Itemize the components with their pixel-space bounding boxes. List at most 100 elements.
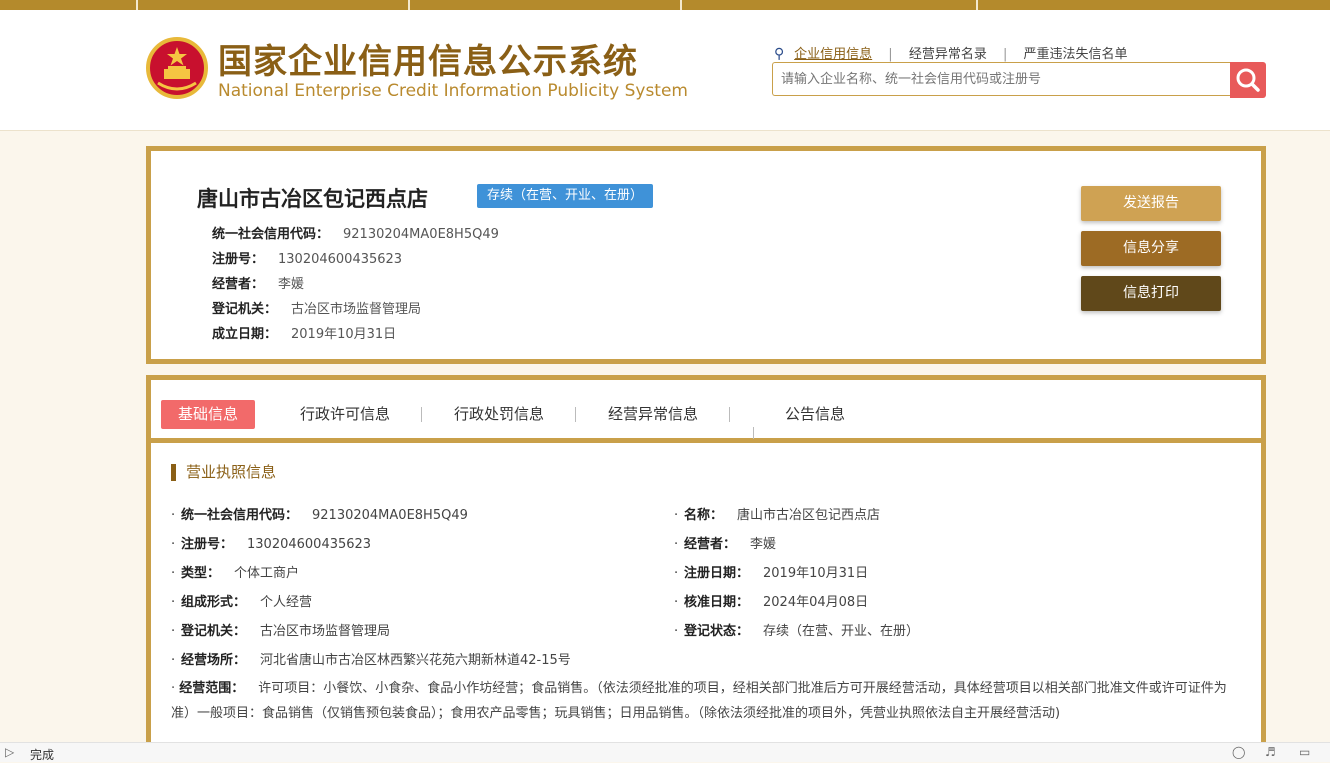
- license-row: · 经营者： 李媛: [674, 533, 776, 552]
- sidebar-toggle-icon[interactable]: ▷: [5, 745, 14, 759]
- license-row: · 核准日期： 2024年04月08日: [674, 591, 868, 610]
- shield-icon[interactable]: ◯: [1232, 745, 1245, 759]
- search-button[interactable]: [1230, 62, 1266, 98]
- field-label: 注册号：: [181, 537, 234, 552]
- nav-abnormal-list[interactable]: 经营异常名录: [909, 47, 987, 62]
- bullet: ·: [171, 595, 176, 610]
- field-label: 成立日期：: [212, 327, 278, 342]
- field-value: 河北省唐山市古冶区林西繁兴花苑六期新林道42-15号: [260, 653, 571, 668]
- field-value: 李媛: [750, 537, 777, 552]
- bullet: ·: [674, 595, 679, 610]
- field-label: 登记状态：: [684, 624, 750, 639]
- license-row: · 经营场所： 河北省唐山市古冶区林西繁兴花苑六期新林道42-15号: [171, 649, 571, 668]
- business-scope: · 经营范围： 许可项目：小餐饮、小食杂、食品小作坊经营；食品销售。（依法须经批准…: [171, 676, 1241, 726]
- bullet: ·: [171, 537, 176, 552]
- tab-basic-info[interactable]: 基础信息: [161, 400, 256, 429]
- field-value: 古冶区市场监督管理局: [291, 302, 422, 317]
- bullet: ·: [171, 566, 176, 581]
- license-row: · 登记状态： 存续（在营、开业、在册）: [674, 620, 919, 639]
- summary-operator: 经营者： 李媛: [212, 273, 304, 292]
- summary-founded: 成立日期： 2019年10月31日: [212, 323, 396, 342]
- field-value: 130204600435623: [278, 252, 403, 267]
- tab-separator: [729, 407, 730, 422]
- summary-reg-no: 注册号： 130204600435623: [212, 248, 402, 267]
- field-value: 92130204MA0E8H5Q49: [312, 508, 468, 523]
- field-value: 2019年10月31日: [763, 566, 869, 581]
- field-label: 经营范围：: [179, 681, 245, 696]
- field-value: 唐山市古冶区包记西点店: [737, 508, 881, 523]
- license-row: · 类型： 个体工商户: [171, 562, 299, 581]
- field-value: 130204600435623: [247, 537, 372, 552]
- search-input[interactable]: [772, 62, 1230, 96]
- bullet: ·: [171, 624, 176, 639]
- field-value: 古冶区市场监督管理局: [260, 624, 391, 639]
- site-header: 国家企业信用信息公示系统 National Enterprise Credit …: [0, 10, 1330, 131]
- field-label: 登记机关：: [212, 302, 278, 317]
- site-title-en: National Enterprise Credit Information P…: [218, 81, 688, 101]
- tab-separator: [753, 427, 754, 439]
- search-icon: ⚲: [774, 46, 785, 62]
- download-icon[interactable]: ▭: [1299, 745, 1310, 759]
- status-text: 完成: [30, 748, 55, 762]
- magnifier-icon: [1236, 68, 1260, 92]
- tab-admin-penalty[interactable]: 行政处罚信息: [454, 400, 544, 429]
- site-title-cn: 国家企业信用信息公示系统: [218, 42, 638, 82]
- company-summary-card: 唐山市古冶区包记西点店 存续（在营、开业、在册） 统一社会信用代码： 921302…: [146, 146, 1266, 364]
- bullet: ·: [674, 566, 679, 581]
- tab-separator: [421, 407, 422, 422]
- field-label: 注册号：: [212, 252, 265, 267]
- speaker-icon[interactable]: ♬: [1265, 745, 1276, 759]
- nav-separator: |: [888, 47, 893, 62]
- tab-separator: [575, 407, 576, 422]
- print-info-button[interactable]: 信息打印: [1081, 276, 1221, 311]
- tab-announcement[interactable]: 公告信息: [785, 400, 845, 429]
- browser-status-bar: ▷ 完成 ◯ ♬ ▭: [0, 742, 1330, 762]
- field-label: 注册日期：: [684, 566, 750, 581]
- tab-admin-license[interactable]: 行政许可信息: [300, 400, 390, 429]
- field-label: 名称：: [684, 508, 724, 523]
- status-badge: 存续（在营、开业、在册）: [477, 184, 654, 208]
- bullet: ·: [171, 508, 176, 523]
- field-label: 类型：: [181, 566, 221, 581]
- field-value: 存续（在营、开业、在册）: [763, 624, 920, 639]
- nav-blacklist[interactable]: 严重违法失信名单: [1024, 47, 1128, 62]
- bullet: ·: [171, 653, 176, 668]
- detail-card: 基础信息 行政许可信息 行政处罚信息 经营异常信息 公告信息 营业执照信息 · 统…: [146, 375, 1266, 755]
- share-info-button[interactable]: 信息分享: [1081, 231, 1221, 266]
- field-label: 组成形式：: [181, 595, 247, 610]
- top-nav: ⚲ 企业信用信息 | 经营异常名录 | 严重违法失信名单: [774, 43, 1128, 62]
- bullet: ·: [674, 537, 679, 552]
- section-title: 营业执照信息: [171, 464, 276, 481]
- field-value: 个人经营: [260, 595, 313, 610]
- nav-separator: |: [1002, 47, 1008, 62]
- top-bar-divider: [136, 0, 138, 10]
- field-value: 李媛: [278, 277, 305, 292]
- license-row: · 注册日期： 2019年10月31日: [674, 562, 868, 581]
- send-report-button[interactable]: 发送报告: [1081, 186, 1221, 221]
- company-name: 唐山市古冶区包记西点店: [197, 187, 428, 211]
- field-label: 经营场所：: [181, 653, 247, 668]
- field-label: 统一社会信用代码：: [212, 227, 330, 242]
- tab-abnormal-info[interactable]: 经营异常信息: [608, 400, 698, 429]
- license-row: · 登记机关： 古冶区市场监督管理局: [171, 620, 390, 639]
- tab-bar: 基础信息 行政许可信息 行政处罚信息 经营异常信息 公告信息: [151, 380, 1261, 443]
- license-row: · 注册号： 130204600435623: [171, 533, 371, 552]
- top-bar-divider: [976, 0, 978, 10]
- field-label: 统一社会信用代码：: [181, 508, 299, 523]
- nav-enterprise-credit[interactable]: 企业信用信息: [794, 47, 872, 62]
- bullet: ·: [674, 508, 679, 523]
- summary-authority: 登记机关： 古冶区市场监督管理局: [212, 298, 421, 317]
- summary-credit-code: 统一社会信用代码： 92130204MA0E8H5Q49: [212, 223, 499, 242]
- bullet: ·: [674, 624, 679, 639]
- field-value: 个体工商户: [234, 566, 300, 581]
- field-value: 2024年04月08日: [763, 595, 869, 610]
- field-label: 登记机关：: [181, 624, 247, 639]
- license-row: · 统一社会信用代码： 92130204MA0E8H5Q49: [171, 504, 468, 523]
- top-bar-divider: [680, 0, 682, 10]
- field-value: 92130204MA0E8H5Q49: [343, 227, 499, 242]
- national-emblem-icon: [146, 37, 208, 99]
- field-label: 经营者：: [684, 537, 737, 552]
- license-row: · 组成形式： 个人经营: [171, 591, 312, 610]
- license-row: · 名称： 唐山市古冶区包记西点店: [674, 504, 880, 523]
- field-value: 许可项目：小餐饮、小食杂、食品小作坊经营；食品销售。（依法须经批准的项目，经相关…: [171, 681, 1227, 721]
